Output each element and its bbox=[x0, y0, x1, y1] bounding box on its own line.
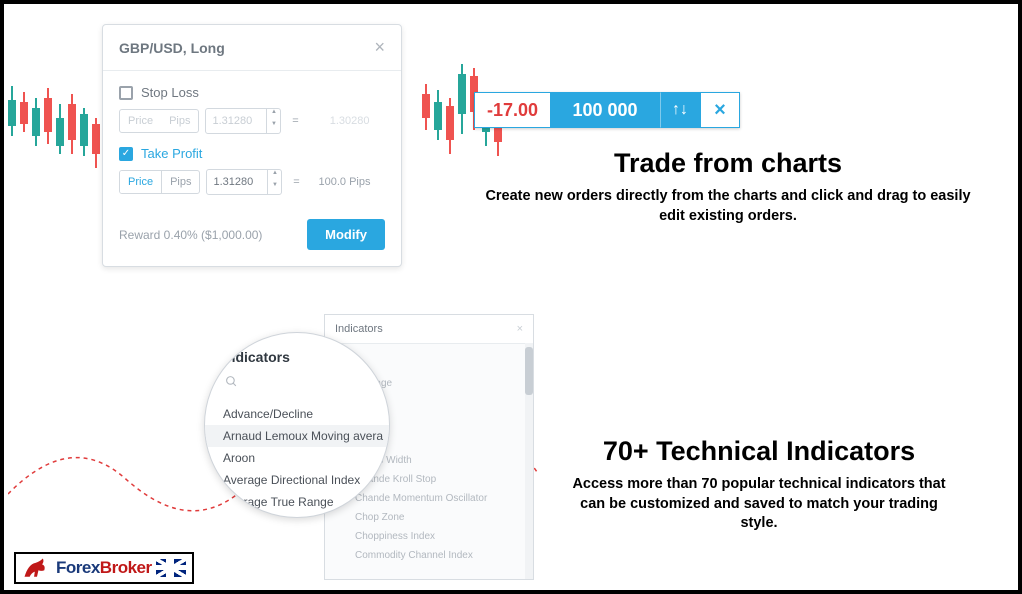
indicators-magnifier: Indicators Advance/Decline Arnaud Lemoux… bbox=[204, 332, 390, 518]
close-icon[interactable]: × bbox=[517, 323, 523, 335]
section-body: Create new orders directly from the char… bbox=[478, 187, 978, 226]
sl-output: 1.30280 bbox=[309, 115, 369, 127]
search-icon[interactable] bbox=[223, 375, 371, 391]
reward-text: Reward 0.40% ($1,000.00) bbox=[119, 228, 262, 242]
indicators-magnified-list[interactable]: Advance/Decline Arnaud Lemoux Moving ave… bbox=[223, 403, 371, 513]
indicators-title: Indicators bbox=[223, 349, 371, 365]
trade-strip: -17.00 100 000 ↑↓ × bbox=[474, 92, 740, 128]
stop-loss-checkbox[interactable] bbox=[119, 86, 133, 100]
chevron-up-icon: ▲ bbox=[268, 170, 281, 182]
tp-price-pips-toggle[interactable]: Price Pips bbox=[119, 170, 200, 194]
amount-value: 100 000 bbox=[550, 92, 660, 128]
dialog-title: GBP/USD, Long bbox=[119, 40, 225, 56]
chevron-down-icon: ▼ bbox=[267, 121, 280, 133]
swap-arrows-icon[interactable]: ↑↓ bbox=[660, 92, 700, 128]
scrollbar[interactable] bbox=[525, 343, 533, 579]
close-icon[interactable]: × bbox=[700, 92, 740, 128]
chevron-up-icon: ▲ bbox=[267, 109, 280, 121]
kangaroo-icon bbox=[22, 557, 52, 579]
close-icon[interactable]: × bbox=[374, 37, 385, 58]
section-body: Access more than 70 popular technical in… bbox=[564, 475, 954, 534]
modify-button[interactable]: Modify bbox=[307, 219, 385, 250]
forexbroker-logo: ForexBroker bbox=[14, 552, 194, 584]
take-profit-label: Take Profit bbox=[141, 146, 202, 161]
chevron-down-icon: ▼ bbox=[268, 182, 281, 194]
modify-order-dialog: GBP/USD, Long × Stop Loss Price Pips 1.3… bbox=[102, 24, 402, 267]
au-flag-icon bbox=[156, 559, 186, 577]
stop-loss-label: Stop Loss bbox=[141, 85, 199, 100]
section-title: Trade from charts bbox=[478, 148, 978, 179]
section-technical-indicators: 70+ Technical Indicators Access more tha… bbox=[564, 436, 954, 534]
sl-value-input[interactable]: 1.31280 ▲▼ bbox=[205, 108, 281, 134]
pnl-value: -17.00 bbox=[474, 92, 550, 128]
tp-output: 100.0 Pips bbox=[310, 176, 370, 188]
section-trade-from-charts: Trade from charts Create new orders dire… bbox=[478, 148, 978, 226]
section-title: 70+ Technical Indicators bbox=[564, 436, 954, 467]
tp-value-input[interactable]: 1.31280 ▲▼ bbox=[206, 169, 282, 195]
take-profit-checkbox[interactable]: ✓ bbox=[119, 147, 133, 161]
indicators-panel-title: Indicators bbox=[335, 323, 383, 335]
sl-price-pips-toggle[interactable]: Price Pips bbox=[119, 109, 199, 133]
